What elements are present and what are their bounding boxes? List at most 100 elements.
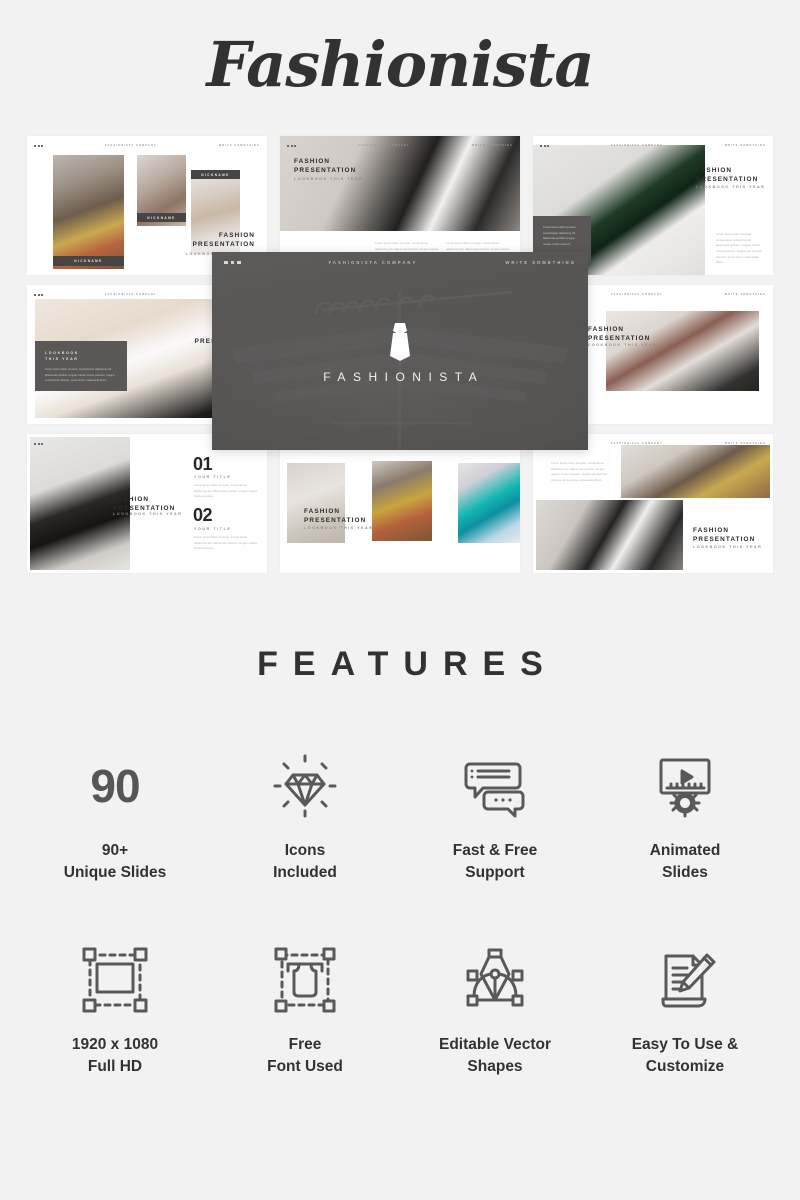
photo-seated-man [606, 311, 759, 391]
slide-headline: FASHION PRESENTATION [294, 158, 356, 175]
features-heading: FEATURES [257, 645, 558, 683]
photo-woman-floral [372, 461, 432, 541]
text-type-icon [274, 947, 336, 1013]
panel-body-text: Lorem ipsum dolor sit amet, consectetuer… [543, 226, 577, 247]
lookbook-line-1: LOOKBOOK [45, 351, 79, 355]
slide-number-01: 01 [193, 454, 213, 474]
feature-label: 90+ Unique Slides [63, 842, 167, 881]
slide-company-label: FASHIONISTA COMPANY [610, 293, 663, 296]
headline-line-2: PRESENTATION [696, 175, 759, 183]
panel-title: LOOKBOOK THIS YEAR [45, 350, 79, 362]
slide-topbar: FASHIONISTA COMPANY WRITE SOMETHING [34, 142, 260, 149]
slide-company-label: FASHIONISTA COMPANY [104, 144, 157, 147]
slide-headline: FASHION PRESENTATION [113, 496, 175, 513]
feature-label: Icons Included [273, 842, 337, 881]
overlay-topbar: FASHIONISTA COMPANY WRITE SOMETHING [224, 260, 576, 265]
feature-visual [649, 748, 721, 824]
necktie-icon [390, 323, 410, 361]
headline-line-1: FASHION [693, 527, 730, 534]
headline-line-2: PRESENTATION [588, 334, 651, 342]
headline-line-1: FASHION [218, 232, 255, 239]
slide-body-text: Lorem ipsum dolor sit amet, consectetuer… [716, 233, 763, 265]
slide-headline: FASHION PRESENTATION [304, 508, 366, 525]
dots-icon [224, 260, 241, 265]
slide-body-text: Lorem ipsum dolor sit amet, consectetuer… [194, 484, 258, 499]
resize-frame-icon [82, 947, 148, 1013]
overlay-write-label: WRITE SOMETHING [505, 260, 576, 265]
feature-label: Animated Slides [649, 842, 721, 881]
slide-number-title-01: YOUR TITLE [194, 475, 232, 479]
feature-visual [269, 748, 341, 824]
page-title: Fashionista [206, 28, 594, 101]
feature-label: 1920 x 1080 Full HD [71, 1036, 159, 1075]
feature-visual [459, 942, 531, 1018]
photo-woman-hat [53, 155, 124, 269]
slide-subhead: LOOKBOOK THIS YEAR [588, 343, 658, 347]
slide-subhead: LOOKBOOK THIS YEAR [294, 177, 364, 181]
diamond-icon [273, 754, 337, 818]
slide-write-label: WRITE SOMETHING [218, 144, 260, 147]
nickname-tag: NICKNAME [53, 256, 124, 266]
featured-slide-overlay[interactable]: FASHIONISTA COMPANY WRITE SOMETHING FASH… [212, 252, 588, 450]
lookbook-line-2: THIS YEAR [45, 357, 79, 362]
slide-headline: FASHION PRESENTATION [193, 232, 255, 249]
slide-subhead: LOOKBOOK THIS YEAR [693, 545, 763, 549]
headline-line-2: PRESENTATION [693, 535, 756, 543]
dots-icon [34, 293, 43, 296]
photo-woman-hat-sunglasses [621, 445, 770, 498]
slide-number-title-02: YOUR TITLE [194, 527, 232, 531]
feature-visual [649, 942, 721, 1018]
headline-line-1: FASHION [696, 167, 733, 174]
slide-headline: FASHION PRESENTATION [588, 326, 650, 343]
slide-headline: FASHION PRESENTATION [693, 527, 755, 544]
headline-line-1: FASHION [113, 496, 150, 503]
headline-line-1: FASHION [294, 158, 331, 165]
feature-label: Easy To Use & Customize [631, 1036, 739, 1075]
headline-line-2: PRESENTATION [113, 504, 176, 512]
feature-visual [459, 748, 531, 824]
headline-line-1: FASHION [304, 508, 341, 515]
feature-item-free-font: Free Font Used [210, 942, 400, 1078]
feature-visual [79, 942, 151, 1018]
animated-video-icon [659, 758, 711, 818]
slide-subhead: LOOKBOOK THIS YEAR [304, 526, 374, 530]
slide-number-02: 02 [193, 505, 213, 525]
slide-subhead: LOOKBOOK THIS YEAR [696, 185, 766, 189]
feature-item-unique-slides: 90 90+ Unique Slides [20, 748, 210, 884]
headline-line-1: FASHION [588, 326, 625, 333]
pen-tool-icon [466, 948, 524, 1007]
headline-line-2: PRESENTATION [304, 516, 367, 524]
document-pencil-icon [661, 953, 716, 1008]
slide-thumbnail-numbered-list[interactable]: FASHION PRESENTATION LOOKBOOK THIS YEAR … [27, 434, 267, 573]
slide-body-text: Lorem ipsum dolor sit amet, consectetuer… [551, 462, 608, 483]
slide-thumbnail-dual-portrait[interactable]: FASHIONISTA COMPANY WRITE SOMETHING Lore… [533, 434, 773, 573]
slide-company-label: FASHIONISTA COMPANY [104, 293, 157, 296]
photo-leather-man [536, 500, 683, 570]
slide-write-label: WRITE SOMETHING [724, 144, 766, 147]
nickname-tag: NICKNAME [137, 213, 186, 222]
headline-line-2: PRESENTATION [294, 166, 357, 174]
slide-count-number: 90 [90, 760, 140, 812]
slide-write-label: WRITE SOMETHING [724, 293, 766, 296]
slide-thumbnail-triple-panel-gallery[interactable]: FASHION PRESENTATION LOOKBOOK THIS YEAR [280, 434, 520, 573]
slide-subhead: LOOKBOOK THIS YEAR [113, 512, 183, 516]
overlay-company-label: FASHIONISTA COMPANY [328, 260, 418, 265]
feature-label: Editable Vector Shapes [439, 1036, 551, 1075]
feature-item-easy-customize: Easy To Use & Customize [590, 942, 780, 1078]
overlay-brand-title: FASHIONISTA [323, 370, 485, 384]
feature-visual [269, 942, 341, 1018]
features-grid: 90 90+ Unique Slides Icons Included Fast… [20, 748, 780, 1078]
page-root: Fashionista FASHIONISTA COMPANY WRITE SO… [0, 0, 800, 1200]
feature-item-support: Fast & Free Support [400, 748, 590, 884]
slide-body-text: Lorem ipsum dolor sit amet, consectetuer… [194, 536, 258, 551]
chat-bubbles-icon [464, 762, 525, 818]
feature-item-icons-included: Icons Included [210, 748, 400, 884]
photo-teal-sunglasses [458, 463, 520, 543]
slide-headline: FASHION PRESENTATION [696, 167, 758, 184]
slide-dark-panel: LOOKBOOK THIS YEAR Lorem ipsum dolor sit… [35, 341, 127, 391]
panel-body-text: Lorem ipsum dolor sit amet, consectetuer… [45, 368, 115, 383]
feature-item-vector-shapes: Editable Vector Shapes [400, 942, 590, 1078]
feature-item-full-hd: 1920 x 1080 Full HD [20, 942, 210, 1078]
feature-label: Free Font Used [267, 1036, 343, 1075]
headline-line-2: PRESENTATION [192, 240, 255, 248]
